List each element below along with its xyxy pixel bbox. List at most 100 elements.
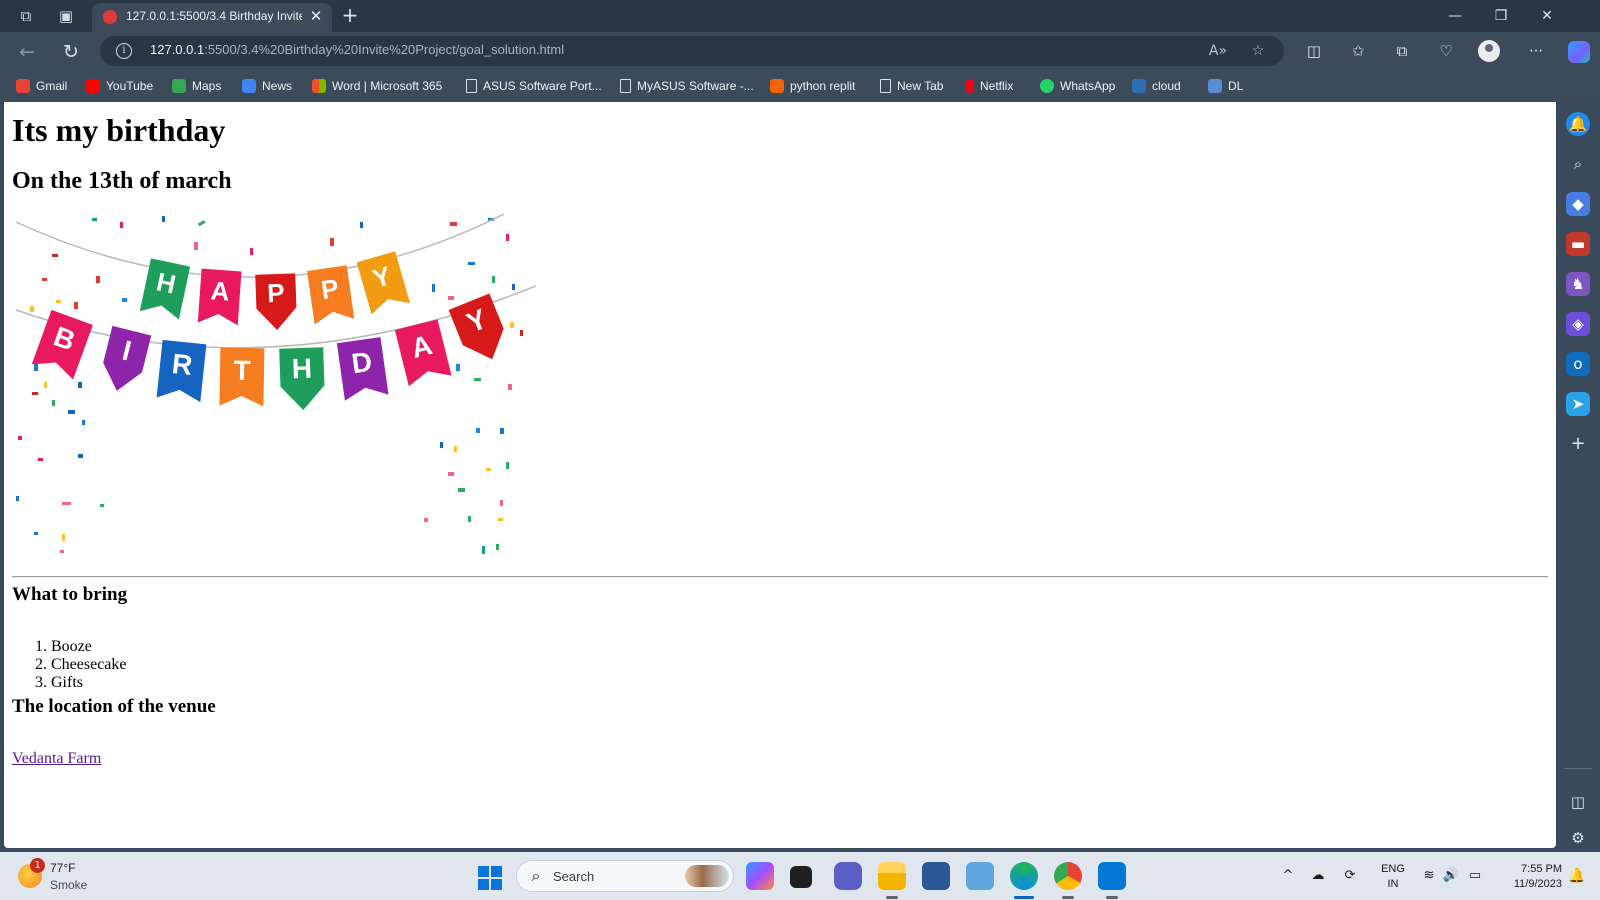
tools-briefcase-icon[interactable]: ▬ — [1566, 232, 1590, 256]
edge-sidebar: 🔔 ⌕ ◆ ▬ ♞ ◈ o ➤ + ◫ ⚙ — [1556, 102, 1600, 848]
bookmark-new-tab[interactable]: New Tab — [880, 78, 943, 94]
workspaces-icon[interactable]: ⧉ — [16, 6, 36, 26]
bookmark-word[interactable]: Word | Microsoft 365 — [312, 78, 442, 94]
hide-sidebar-icon[interactable]: ◫ — [1566, 790, 1590, 814]
profile-avatar[interactable] — [1478, 40, 1500, 62]
url-text[interactable]: 127.0.0.1:5500/3.4%20Birthday%20Invite%2… — [150, 42, 564, 57]
show-hidden-icons-chevron-icon[interactable]: ^ — [1280, 867, 1296, 885]
svg-text:P: P — [267, 278, 285, 309]
windows-logo-pane — [491, 879, 502, 890]
cloud-icon — [1132, 79, 1146, 93]
sidebar-settings-gear-icon[interactable]: ⚙ — [1566, 826, 1590, 850]
vscode-icon[interactable] — [1098, 862, 1126, 890]
microsoft-icon — [312, 79, 326, 93]
new-tab-button[interactable]: + — [338, 4, 362, 28]
running-indicator — [1062, 896, 1074, 899]
whatsapp-icon — [1040, 79, 1054, 93]
sidebar-divider — [1564, 768, 1592, 769]
vertical-tabs-icon[interactable]: ▣ — [56, 6, 76, 26]
restore-button[interactable]: ❐ — [1486, 4, 1516, 28]
weather-badge: 1 — [30, 858, 45, 873]
bookmark-myasus[interactable]: MyASUS Software -... — [620, 78, 754, 94]
edge-browser-icon[interactable] — [1010, 862, 1038, 890]
venue-link[interactable]: Vedanta Farm — [12, 750, 101, 768]
volume-icon[interactable]: 🔊 — [1442, 867, 1460, 885]
wifi-icon[interactable]: ≋ — [1420, 867, 1438, 885]
favorite-star-icon[interactable]: ☆ — [1248, 41, 1268, 61]
youtube-icon — [86, 79, 100, 93]
banner-flag-I: I — [103, 325, 152, 391]
bring-heading: What to bring — [12, 584, 128, 605]
bookmark-whatsapp[interactable]: WhatsApp — [1040, 78, 1115, 94]
windows-logo-pane — [491, 866, 502, 877]
browser-essentials-icon[interactable]: ♡ — [1434, 39, 1458, 63]
onedrive-cloud-icon[interactable]: ☁ — [1308, 867, 1328, 885]
taskbar-search-box[interactable]: ⌕ Search — [516, 860, 734, 892]
sync-icon[interactable]: ⟳ — [1340, 867, 1360, 885]
notification-bell-icon[interactable]: 🔔 — [1566, 112, 1590, 136]
back-button[interactable]: ← — [14, 39, 40, 65]
split-screen-icon[interactable]: ◫ — [1302, 39, 1326, 63]
banner-flag-A: A — [197, 268, 242, 326]
tab-close-icon[interactable]: ✕ — [306, 6, 326, 26]
list-item: 3. Gifts — [35, 674, 83, 691]
teams-chat-icon[interactable] — [834, 862, 862, 890]
bookmark-python-replit[interactable]: python replit — [770, 78, 855, 94]
running-indicator — [1106, 896, 1118, 899]
control-panel-icon[interactable] — [922, 862, 950, 890]
weather-temperature[interactable]: 77°F — [50, 861, 75, 875]
games-icon[interactable]: ♞ — [1566, 272, 1590, 296]
active-tab[interactable]: 127.0.0.1:5500/3.4 Birthday Invite Proje… — [92, 3, 332, 32]
remote-desktop-icon[interactable] — [966, 862, 994, 890]
bookmarks-bar: Gmail YouTube Maps News Word | Microsoft… — [0, 70, 1600, 102]
bookmark-gmail[interactable]: Gmail — [16, 78, 67, 94]
collections-icon[interactable]: ⧉ — [1390, 39, 1414, 63]
battery-icon[interactable]: ▭ — [1466, 867, 1484, 885]
outlook-icon[interactable]: o — [1566, 352, 1590, 376]
banner-flag-A2: A — [394, 319, 452, 387]
list-item: 1. Booze — [35, 638, 92, 655]
address-bar[interactable]: i 127.0.0.1:5500/3.4%20Birthday%20Invite… — [100, 36, 1284, 66]
page-icon — [620, 79, 631, 93]
bookmark-cloud[interactable]: cloud — [1132, 78, 1181, 94]
bookmark-maps[interactable]: Maps — [172, 78, 221, 94]
start-button[interactable] — [478, 866, 502, 890]
read-aloud-icon[interactable]: A» — [1208, 41, 1228, 61]
task-view-icon[interactable] — [790, 866, 812, 888]
search-icon[interactable]: ⌕ — [1566, 152, 1590, 176]
notification-center-icon[interactable]: 🔔 — [1568, 867, 1586, 885]
windows-logo-pane — [478, 866, 489, 877]
bookmark-netflix[interactable]: Netflix — [966, 78, 1013, 94]
horizontal-rule — [12, 576, 1548, 578]
banner-flag-P1: P — [255, 273, 297, 330]
copilot-app-icon[interactable] — [746, 862, 774, 890]
bookmark-youtube[interactable]: YouTube — [86, 78, 153, 94]
banner-flag-H: H — [139, 258, 191, 320]
system-clock[interactable]: 7:55 PM 11/9/2023 — [1498, 862, 1562, 892]
svg-text:R: R — [170, 348, 193, 381]
bookmark-news[interactable]: News — [242, 78, 292, 94]
chrome-icon[interactable] — [1054, 862, 1082, 890]
netflix-icon — [966, 79, 974, 93]
add-sidebar-app-icon[interactable]: + — [1566, 432, 1590, 456]
close-window-button[interactable]: ✕ — [1532, 4, 1562, 28]
input-language[interactable]: ENG IN — [1378, 862, 1408, 892]
copilot-m365-icon[interactable]: ◈ — [1566, 312, 1590, 336]
svg-text:H: H — [291, 353, 312, 385]
bookmark-dl[interactable]: DL — [1208, 78, 1243, 94]
refresh-button[interactable]: ↻ — [58, 39, 84, 65]
favorites-icon[interactable]: ✩ — [1346, 39, 1370, 63]
banner-flag-R: R — [156, 339, 207, 403]
bookmark-asus-software[interactable]: ASUS Software Port... — [466, 78, 602, 94]
running-indicator — [886, 896, 898, 899]
page-icon — [880, 79, 891, 93]
weather-condition[interactable]: Smoke — [50, 878, 87, 892]
site-info-icon[interactable]: i — [116, 43, 132, 59]
drop-send-icon[interactable]: ➤ — [1566, 392, 1590, 416]
location-heading: The location of the venue — [12, 696, 216, 717]
list-item: 2. Cheesecake — [35, 656, 127, 673]
settings-more-icon[interactable]: ··· — [1524, 39, 1548, 63]
file-explorer-icon[interactable] — [878, 862, 906, 890]
minimize-button[interactable]: — — [1440, 4, 1470, 28]
shopping-tag-icon[interactable]: ◆ — [1566, 192, 1590, 216]
